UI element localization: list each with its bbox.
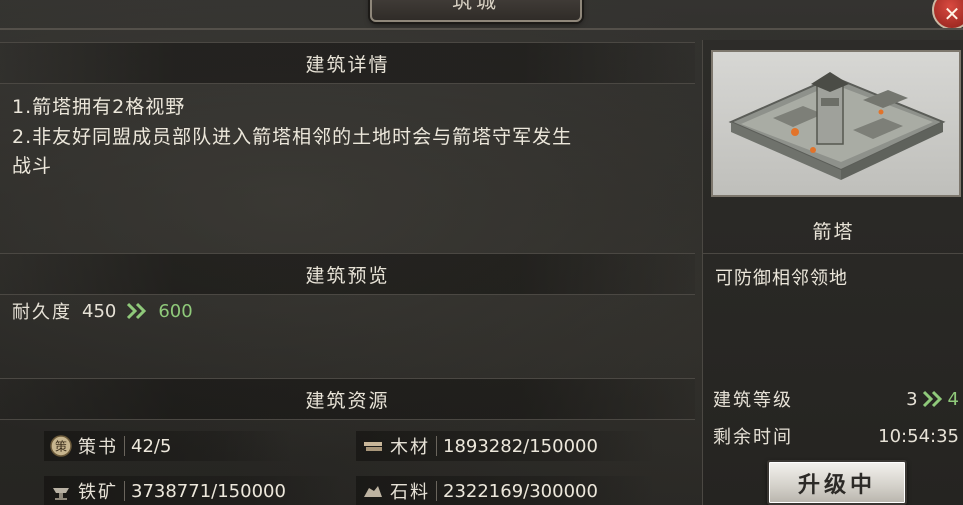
resource-item-wood: 木材 1893282/150000	[356, 431, 656, 461]
durability-row: 耐久度 450 600	[12, 298, 193, 324]
double-chevron-right-icon	[127, 302, 147, 320]
resource-divider	[124, 481, 125, 501]
building-image	[711, 50, 961, 197]
svg-text:策: 策	[55, 440, 67, 454]
resource-value: 3738771/150000	[131, 480, 286, 502]
resource-item-iron: 铁矿 3738771/150000	[44, 476, 344, 505]
building-description: 可防御相邻领地	[715, 268, 848, 289]
book-icon: 策	[50, 435, 72, 457]
level-next: 4	[947, 388, 959, 410]
stone-icon	[362, 480, 384, 502]
remaining-time-value: 10:54:35	[878, 425, 959, 447]
resource-value: 1893282/150000	[443, 435, 598, 457]
remaining-time-label: 剩余时间	[713, 427, 793, 448]
resources-header: 建筑资源	[0, 378, 695, 420]
close-button[interactable]: ✕	[932, 0, 963, 30]
resource-name: 铁矿	[78, 482, 118, 503]
detail-line-2: 2.非友好同盟成员部队进入箭塔相邻的土地时会与箭塔守军发生	[12, 126, 573, 148]
title-plaque: 筑城	[370, 0, 582, 22]
resource-name: 石料	[390, 482, 430, 503]
left-panel: 建筑详情 1.箭塔拥有2格视野 2.非友好同盟成员部队进入箭塔相邻的土地时会与箭…	[0, 40, 695, 505]
dialog-title: 筑城	[452, 0, 500, 13]
details-header: 建筑详情	[0, 42, 695, 84]
details-title: 建筑详情	[305, 53, 390, 76]
level-current: 3	[906, 388, 918, 410]
building-info-panel: 箭塔 可防御相邻领地 建筑等级 3 4 剩余时间 10:54:35 升级中	[702, 40, 963, 505]
remaining-time-row: 剩余时间 10:54:35	[713, 423, 959, 449]
resource-divider	[124, 436, 125, 456]
durability-next: 600	[158, 300, 193, 322]
durability-current: 450	[82, 300, 117, 322]
resource-item-book: 策 策书 42/5	[44, 431, 294, 461]
detail-line-3: 战斗	[12, 155, 53, 177]
double-chevron-right-icon	[922, 390, 942, 408]
building-level-values: 3 4	[906, 389, 959, 410]
upgrading-button-label: 升级中	[797, 472, 876, 498]
building-level-row: 建筑等级 3 4	[713, 386, 959, 412]
upgrading-button[interactable]: 升级中	[767, 460, 907, 505]
resource-name: 木材	[390, 437, 430, 458]
resource-value: 2322169/300000	[443, 480, 598, 502]
top-divider	[0, 28, 963, 30]
detail-line-1: 1.箭塔拥有2格视野	[12, 96, 186, 118]
build-dialog: 筑城 ✕ 建筑详情 1.箭塔拥有2格视野 2.非友好同盟成员部队进入箭塔相邻的土…	[0, 0, 963, 505]
close-icon: ✕	[943, 2, 961, 26]
durability-label: 耐久度	[12, 302, 72, 323]
building-level-label: 建筑等级	[713, 390, 793, 411]
preview-header: 建筑预览	[0, 253, 695, 295]
resource-name: 策书	[78, 437, 118, 458]
resources-title: 建筑资源	[305, 389, 390, 412]
building-name-bar: 箭塔	[703, 208, 963, 254]
wood-icon	[362, 435, 384, 457]
resource-divider	[436, 436, 437, 456]
resource-value: 42/5	[131, 435, 172, 457]
preview-title: 建筑预览	[305, 264, 390, 287]
building-name: 箭塔	[812, 221, 855, 243]
iron-icon	[50, 480, 72, 502]
resource-divider	[436, 481, 437, 501]
resource-item-stone: 石料 2322169/300000	[356, 476, 656, 505]
